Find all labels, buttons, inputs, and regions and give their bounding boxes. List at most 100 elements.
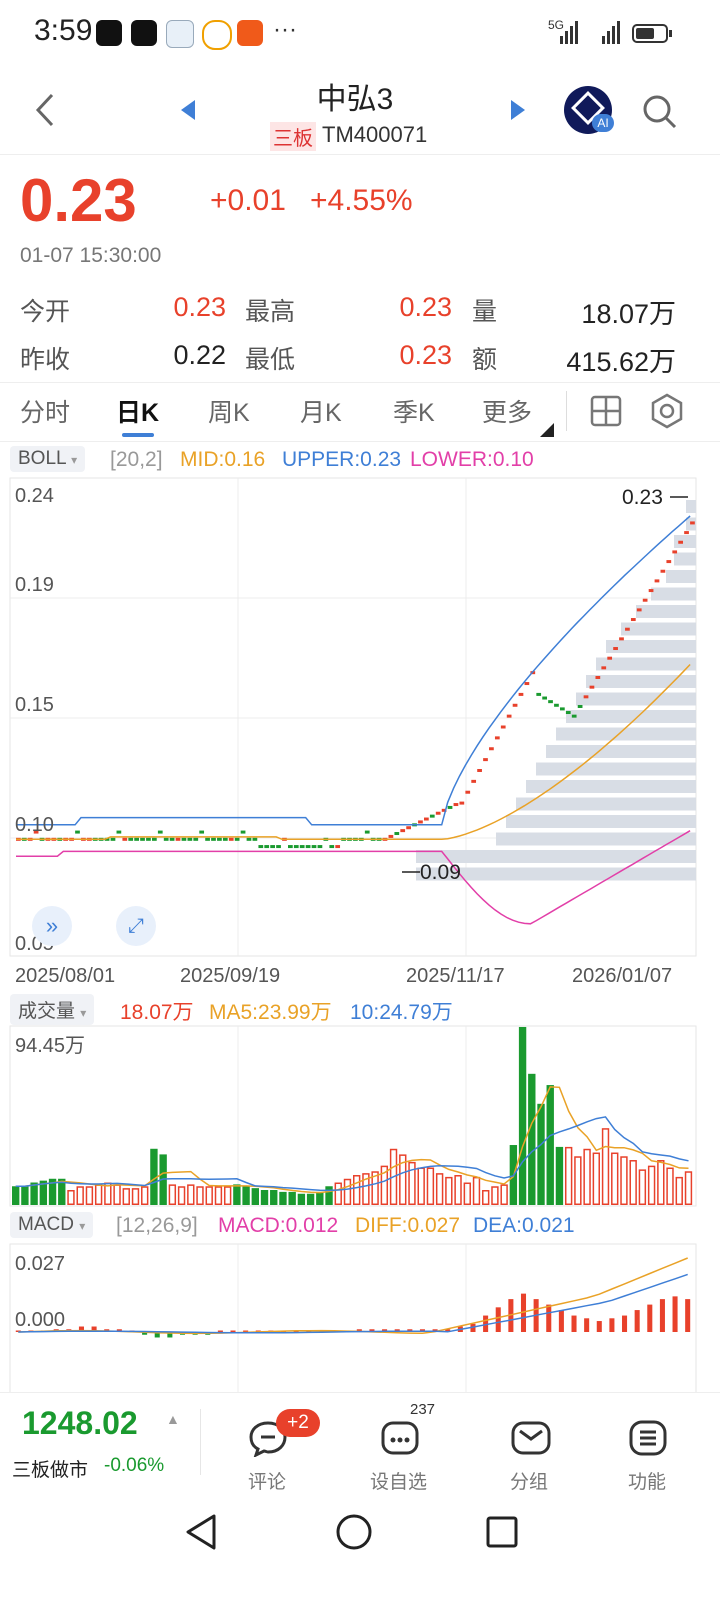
divider xyxy=(200,1409,201,1475)
chip-bar xyxy=(636,605,696,618)
volume-bar xyxy=(528,1073,536,1205)
wifi-icon xyxy=(131,20,157,46)
stat-label: 额 xyxy=(472,346,498,374)
volume-bar xyxy=(555,1146,564,1205)
chip-bar xyxy=(674,535,696,548)
volume-bar xyxy=(463,1182,471,1206)
next-arrow-icon[interactable] xyxy=(508,98,528,122)
volume-bar xyxy=(445,1176,453,1206)
tab-weekly-k[interactable]: 周K xyxy=(208,393,250,429)
group-button[interactable]: 分组 xyxy=(508,1405,558,1493)
tab-quarterly-k[interactable]: 季K xyxy=(393,393,435,429)
macd-y-tick: 0.027 xyxy=(15,1253,65,1275)
divider xyxy=(566,391,567,431)
macd-bar xyxy=(659,1299,665,1332)
volume-bar xyxy=(334,1182,342,1206)
index-value[interactable]: 1248.02 xyxy=(22,1405,138,1442)
status-time: 3:59 xyxy=(34,14,93,47)
boll-upper: UPPER:0.23 xyxy=(282,448,402,471)
indicator-select-volume[interactable]: 成交量 ▾ xyxy=(10,994,95,1025)
prev-arrow-icon[interactable] xyxy=(178,98,198,122)
volume-bar xyxy=(251,1188,259,1205)
indicator-name: BOLL xyxy=(18,448,66,469)
comment-button[interactable]: +2 评论 xyxy=(244,1405,320,1493)
stat-value: 0.22 xyxy=(173,340,226,370)
board-badge: 三板 xyxy=(270,122,316,151)
macd-bar xyxy=(546,1304,552,1332)
chip-bar xyxy=(496,832,696,846)
chip-bar xyxy=(566,710,696,723)
nav-back-icon[interactable] xyxy=(184,1512,220,1552)
macd-chart[interactable]: 0.027 0.000 xyxy=(0,1240,720,1392)
grid-icon[interactable] xyxy=(590,395,622,427)
volume-bar xyxy=(223,1186,232,1205)
macd-param: [12,26,9] xyxy=(116,1214,198,1237)
back-icon[interactable] xyxy=(32,92,58,128)
index-name: 三板做市 xyxy=(12,1460,89,1481)
more-dots-icon: ··· xyxy=(273,16,297,43)
volume-chart[interactable]: 94.45万 xyxy=(0,1022,720,1208)
settings-icon[interactable] xyxy=(650,393,684,429)
macd-bar xyxy=(558,1310,564,1332)
shield-icon xyxy=(166,20,194,48)
volume-bar xyxy=(426,1167,435,1205)
volume-bar xyxy=(583,1148,591,1205)
price-change: +0.01 xyxy=(210,184,286,217)
volume-bar xyxy=(592,1152,600,1205)
macd-bar xyxy=(495,1307,501,1332)
function-icon xyxy=(629,1420,667,1456)
macd-bar xyxy=(685,1299,691,1332)
macd-diff: DIFF:0.027 xyxy=(355,1214,461,1237)
search-icon[interactable] xyxy=(642,94,678,130)
nav-home-icon[interactable] xyxy=(334,1512,374,1552)
stat-value: 18.07万 xyxy=(581,299,676,329)
tab-monthly-k[interactable]: 月K xyxy=(300,393,342,429)
x-tick-label: 2025/11/17 xyxy=(406,965,505,987)
volume-bar xyxy=(325,1186,333,1205)
volume-bar xyxy=(601,1128,610,1205)
stat-label: 量 xyxy=(472,298,498,326)
tab-daily-k[interactable]: 日K xyxy=(116,393,159,429)
expand-left-icon[interactable]: » xyxy=(32,906,72,946)
volume-bar xyxy=(270,1190,278,1205)
stock-code: TM400071 xyxy=(322,122,428,147)
stat-label: 昨收 xyxy=(20,346,71,374)
group-icon xyxy=(511,1421,551,1455)
dropdown-icon: ▾ xyxy=(79,1219,86,1233)
chip-bar xyxy=(674,552,696,566)
indicator-select-macd[interactable]: MACD ▾ xyxy=(10,1212,94,1238)
ai-icon[interactable]: AI xyxy=(564,86,614,134)
macd-bar xyxy=(584,1318,590,1332)
volume-bar xyxy=(629,1160,637,1205)
kline-chart[interactable]: 0.240.190.150.100.052025/08/01 2025/09/19… xyxy=(0,470,720,990)
indicator-select-boll[interactable]: BOLL ▾ xyxy=(10,446,86,472)
volume-bar xyxy=(435,1173,444,1206)
stat-value: 0.23 xyxy=(173,292,226,322)
macd-bar xyxy=(571,1315,577,1332)
chip-bar xyxy=(546,745,696,758)
period-tabs: 分时 日K 周K 月K 季K 更多 xyxy=(0,382,720,442)
macd-y-tick: 0.000 xyxy=(15,1309,65,1331)
tab-more[interactable]: 更多 xyxy=(482,393,532,429)
macd-bar xyxy=(622,1315,628,1332)
volume-bar xyxy=(574,1156,582,1205)
add-watchlist-button[interactable]: 237 设自选 xyxy=(370,1401,452,1493)
x-tick-label: 2026/01/07 xyxy=(572,965,672,987)
macd-bar xyxy=(672,1296,678,1332)
status-bar: 3:59 ··· 5G xyxy=(0,0,720,68)
macd-bar xyxy=(609,1318,615,1332)
fullscreen-icon[interactable]: ⤢ xyxy=(116,906,156,946)
tab-intraday[interactable]: 分时 xyxy=(20,393,70,429)
nav-recent-icon[interactable] xyxy=(484,1512,520,1552)
bottom-toolbar: 1248.02 ▲ 三板做市 -0.06% +2 评论 237 设自选 分组 功… xyxy=(0,1392,720,1493)
function-button[interactable]: 功能 xyxy=(626,1405,676,1493)
stat-label: 最高 xyxy=(245,298,296,326)
volume-bar xyxy=(564,1146,573,1205)
volume-ma5-line xyxy=(15,1086,689,1194)
chip-bar xyxy=(526,780,696,793)
volume-bar xyxy=(141,1186,149,1205)
boll-mid: MID:0.16 xyxy=(180,448,266,471)
volume-bar xyxy=(242,1186,250,1205)
volume-bar xyxy=(491,1186,499,1205)
ai-label: AI xyxy=(592,114,614,132)
